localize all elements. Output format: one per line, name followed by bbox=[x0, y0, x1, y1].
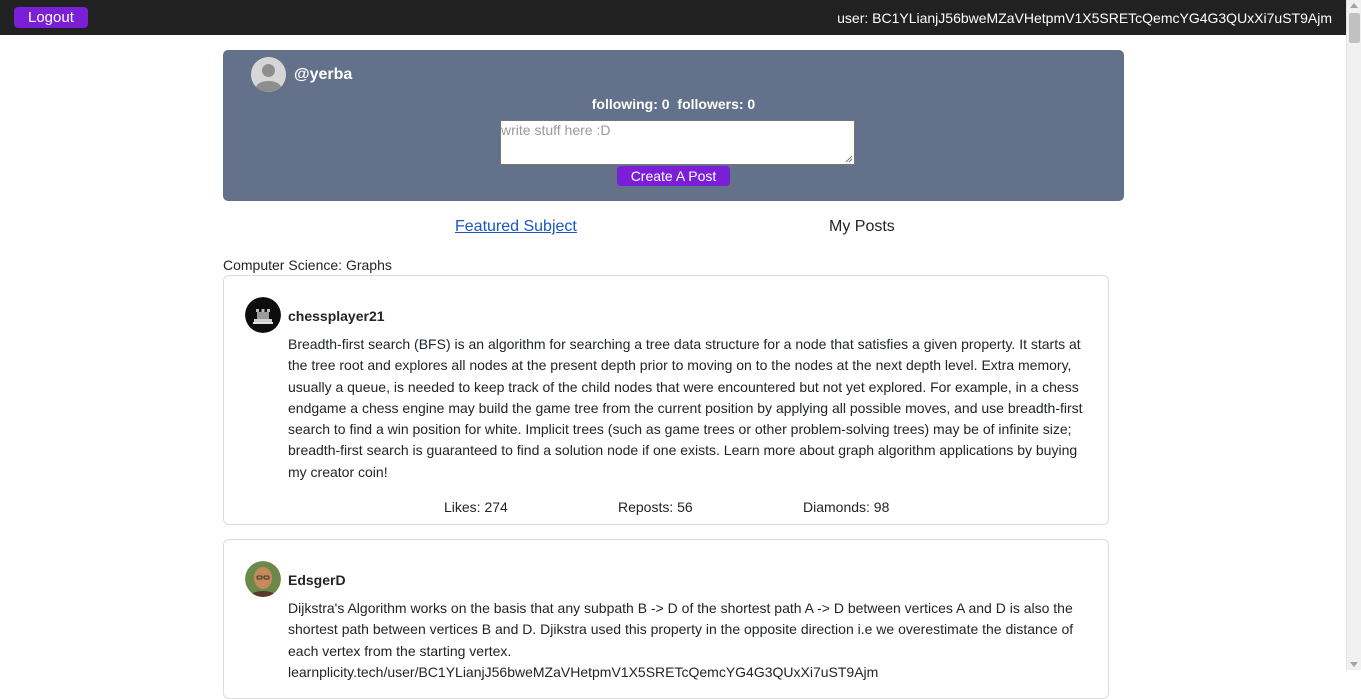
reposts-count[interactable]: Reposts: 56 bbox=[618, 499, 693, 515]
post-body: Breadth-first search (BFS) is an algorit… bbox=[288, 336, 1083, 480]
profile-card: @yerba following: 0 followers: 0 Create … bbox=[223, 50, 1124, 201]
user-id-label: user: BC1YLianjJ56bweMZaVHetpmV1X5SRETcQ… bbox=[837, 9, 1332, 26]
post-body-link[interactable]: learnplicity.tech/user/BC1YLianjJ56bweMZ… bbox=[288, 662, 1088, 683]
tab-featured-subject[interactable]: Featured Subject bbox=[455, 218, 577, 236]
following-count[interactable]: following: 0 bbox=[592, 96, 670, 112]
follow-stats: following: 0 followers: 0 bbox=[223, 96, 1124, 112]
logout-button[interactable]: Logout bbox=[14, 7, 88, 28]
diamonds-count[interactable]: Diamonds: 98 bbox=[803, 499, 889, 515]
post-card: chessplayer21 Breadth-first search (BFS)… bbox=[223, 275, 1109, 525]
profile-handle: @yerba bbox=[294, 66, 353, 83]
default-user-avatar-icon bbox=[251, 57, 286, 92]
post-body-text: Dijkstra's Algorithm works on the basis … bbox=[288, 600, 1074, 659]
top-navbar: Logout user: BC1YLianjJ56bweMZaVHetpmV1X… bbox=[0, 0, 1346, 35]
post-stats: Likes: 274 Reposts: 56 Diamonds: 98 bbox=[224, 499, 1110, 519]
scrollbar-thumb[interactable] bbox=[1349, 13, 1360, 43]
textarea-resize-grip-icon[interactable] bbox=[845, 155, 853, 163]
chess-piece-avatar[interactable] bbox=[245, 297, 281, 333]
followers-count[interactable]: followers: 0 bbox=[677, 96, 755, 112]
new-post-input[interactable] bbox=[500, 120, 855, 165]
page-scrollbar[interactable] bbox=[1346, 0, 1361, 670]
featured-subject-label: Computer Science: Graphs bbox=[223, 257, 392, 273]
scroll-down-arrow-icon[interactable] bbox=[1350, 662, 1358, 667]
create-post-button[interactable]: Create A Post bbox=[617, 166, 730, 186]
portrait-avatar[interactable] bbox=[245, 561, 281, 597]
post-body: Dijkstra's Algorithm works on the basis … bbox=[288, 598, 1088, 683]
post-author[interactable]: chessplayer21 bbox=[288, 308, 385, 324]
tab-my-posts[interactable]: My Posts bbox=[829, 218, 895, 236]
post-author[interactable]: EdsgerD bbox=[288, 572, 346, 588]
post-card: EdsgerD Dijkstra's Algorithm works on th… bbox=[223, 539, 1109, 699]
scroll-up-arrow-icon[interactable] bbox=[1350, 3, 1358, 8]
likes-count[interactable]: Likes: 274 bbox=[444, 499, 508, 515]
